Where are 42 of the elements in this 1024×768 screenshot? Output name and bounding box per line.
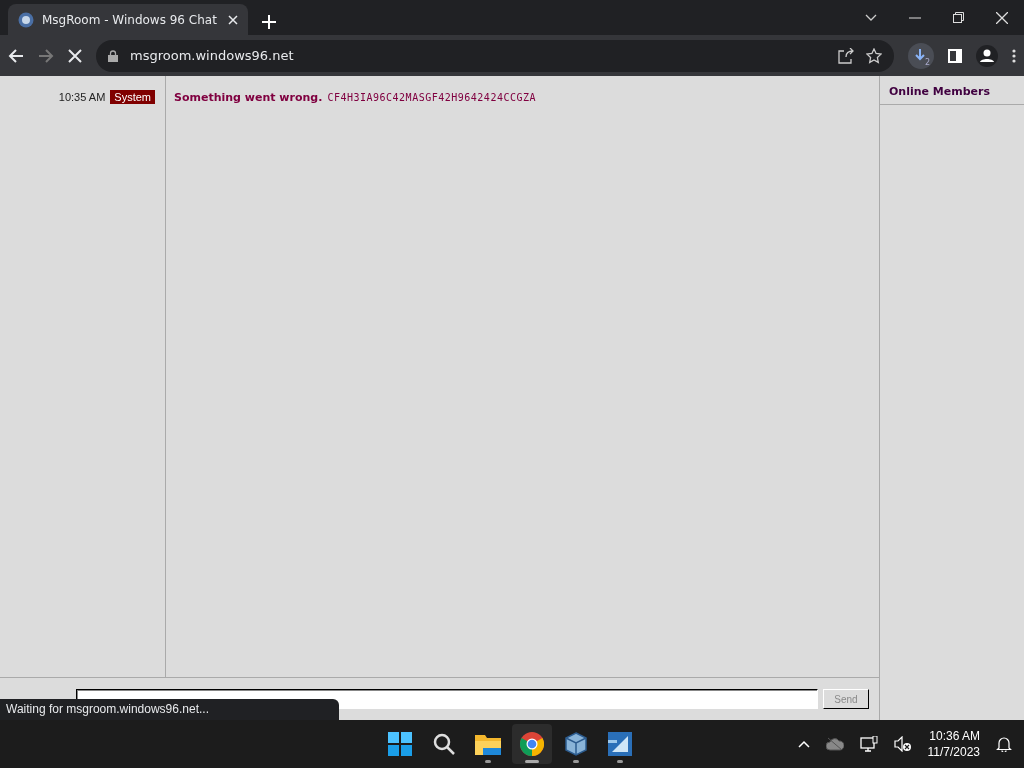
tab-search-caret-icon[interactable] xyxy=(865,13,877,22)
running-indicator xyxy=(617,760,623,763)
site-favicon-icon xyxy=(18,11,34,28)
minimize-icon[interactable] xyxy=(909,16,921,19)
menu-icon[interactable] xyxy=(1012,48,1016,63)
windows-start-icon[interactable] xyxy=(388,732,412,756)
network-icon[interactable] xyxy=(859,736,878,752)
chevron-up-icon[interactable] xyxy=(797,740,810,748)
star-icon[interactable] xyxy=(866,47,882,64)
clock[interactable]: 10:36 AM 11/7/2023 xyxy=(927,728,980,760)
notification-bell-icon[interactable] xyxy=(996,736,1012,752)
message-time: 10:35 AM xyxy=(58,91,106,103)
new-tab-icon[interactable] xyxy=(262,15,276,29)
close-icon[interactable] xyxy=(996,11,1008,24)
speaker-muted-icon[interactable] xyxy=(893,736,912,752)
chrome-browser-icon[interactable] xyxy=(520,732,544,756)
side-panel-icon[interactable] xyxy=(948,48,962,63)
sender-label: System xyxy=(110,90,155,104)
restore-icon[interactable] xyxy=(953,12,964,23)
back-icon[interactable] xyxy=(8,47,24,64)
cube-icon[interactable] xyxy=(565,732,587,756)
loading-status-tooltip: Waiting for msgroom.windows96.net... xyxy=(0,699,339,720)
forward-icon[interactable] xyxy=(38,47,54,64)
members-heading: Online Members xyxy=(880,76,1024,105)
download-icon[interactable]: 2 xyxy=(908,42,934,69)
xp-app-icon[interactable] xyxy=(608,732,632,756)
browser-tab[interactable]: MsgRoom - Windows 96 Chat xyxy=(8,4,248,35)
profile-icon[interactable] xyxy=(976,44,998,67)
error-code: CF4H3IA96C42MASGF42H9642424CCGZA xyxy=(327,92,537,103)
tab-title: MsgRoom - Windows 96 Chat xyxy=(42,12,218,27)
running-indicator xyxy=(485,760,491,763)
running-indicator xyxy=(525,760,539,763)
cloud-off-icon[interactable] xyxy=(825,737,844,751)
running-indicator xyxy=(573,760,579,763)
stop-loading-icon[interactable] xyxy=(68,48,82,63)
lock-icon xyxy=(108,49,118,62)
message-text: Something went wrong. xyxy=(174,91,323,104)
address-bar[interactable]: msgroom.windows96.net xyxy=(96,39,894,72)
share-icon[interactable] xyxy=(838,47,854,64)
folder-icon[interactable] xyxy=(475,733,501,755)
close-tab-icon[interactable] xyxy=(228,14,238,25)
search-icon[interactable] xyxy=(432,732,456,756)
